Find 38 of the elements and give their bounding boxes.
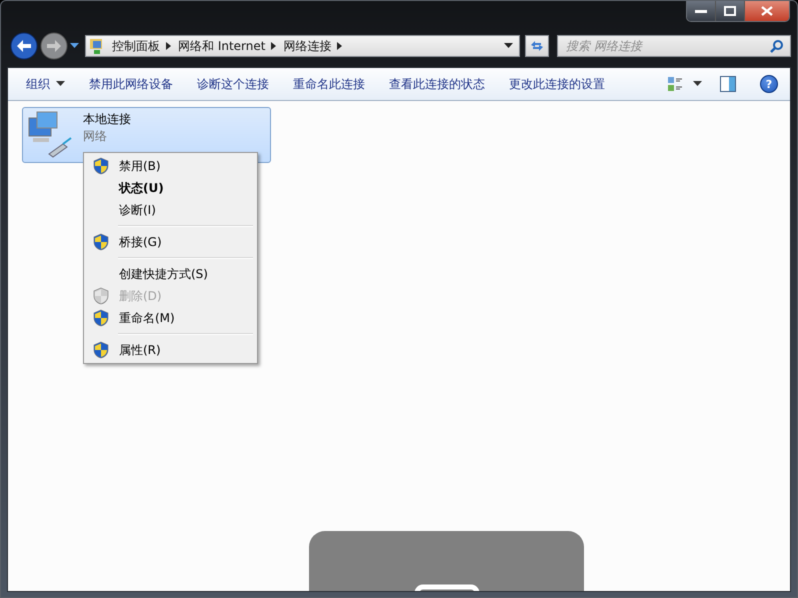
toolbar-button[interactable]: 重命名此连接	[283, 72, 375, 96]
dropdown-icon[interactable]	[693, 81, 702, 87]
history-dropdown-icon[interactable]	[70, 43, 79, 49]
help-button[interactable]: ?	[760, 75, 778, 93]
menu-item[interactable]: 状态(U)	[86, 177, 255, 199]
address-bar[interactable]: 控制面板 网络和 Internet 网络连接	[85, 35, 520, 57]
toolbar-button[interactable]: 诊断这个连接	[187, 72, 279, 96]
menu-item[interactable]: 创建快捷方式(S)	[86, 263, 255, 285]
menu-item[interactable]: 重命名(M)	[86, 307, 255, 329]
menu-item[interactable]: 桥接(G)	[86, 231, 255, 253]
chevron-icon[interactable]	[337, 42, 344, 50]
forward-button[interactable]	[40, 32, 68, 60]
minimize-icon	[695, 8, 707, 14]
toolbar-button[interactable]: 更改此连接的设置	[499, 72, 615, 96]
minimize-button[interactable]	[687, 1, 716, 21]
refresh-icon	[529, 39, 545, 53]
chevron-icon[interactable]	[271, 42, 278, 50]
maximize-icon	[724, 6, 736, 16]
breadcrumb-item[interactable]: 网络连接	[283, 38, 332, 54]
view-options-icon[interactable]	[667, 76, 683, 92]
close-button[interactable]	[745, 1, 789, 21]
refresh-button[interactable]	[525, 35, 549, 57]
menu-item[interactable]: 诊断(I)	[86, 199, 255, 221]
back-button[interactable]	[10, 32, 38, 60]
connection-name: 本地连接	[83, 111, 131, 128]
breadcrumb-item[interactable]: 控制面板	[112, 38, 160, 54]
connection-status: 网络	[83, 128, 108, 145]
toolbar-button[interactable]: 禁用此网络设备	[79, 72, 183, 96]
menu-item[interactable]: 属性(R)	[86, 339, 255, 361]
preview-pane-icon[interactable]	[720, 76, 736, 92]
dropdown-icon[interactable]	[504, 43, 513, 49]
toolbar-button[interactable]: 查看此连接的状态	[379, 72, 495, 96]
breadcrumb-item[interactable]: 网络和 Internet	[178, 38, 266, 54]
chevron-icon[interactable]	[166, 42, 172, 50]
search-icon[interactable]	[770, 39, 784, 53]
close-icon	[761, 6, 773, 16]
toolbar-button[interactable]: 组织	[16, 72, 75, 96]
maximize-button[interactable]	[716, 1, 745, 21]
